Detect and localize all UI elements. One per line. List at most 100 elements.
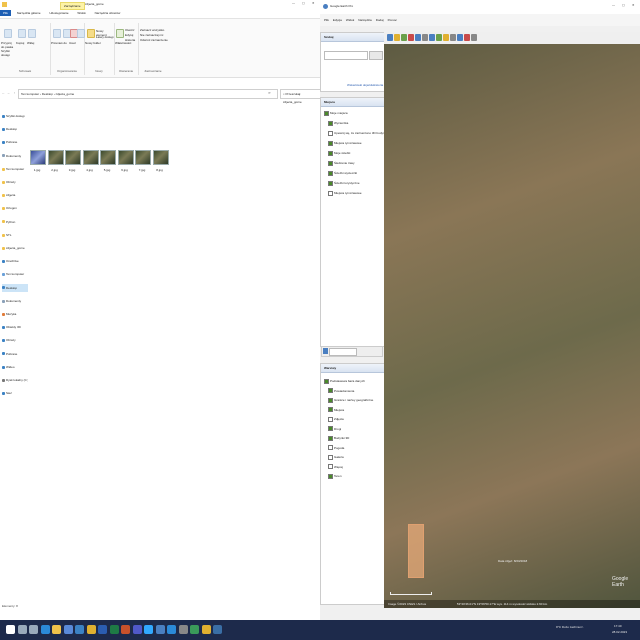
checkbox[interactable] xyxy=(328,190,333,196)
menu-item[interactable]: Widok xyxy=(346,18,354,22)
nav-item[interactable]: Sieć xyxy=(2,389,28,397)
map-tool-icon[interactable] xyxy=(408,34,414,41)
file-item[interactable]: 1.jpg xyxy=(30,150,46,172)
photoshop-icon[interactable] xyxy=(144,625,153,634)
python-icon[interactable] xyxy=(213,625,222,634)
menu-item[interactable]: Narzędzia xyxy=(358,18,372,22)
explorer-icon[interactable] xyxy=(52,625,61,634)
checkbox[interactable] xyxy=(328,416,333,422)
checkbox[interactable] xyxy=(328,407,333,413)
checkbox[interactable] xyxy=(328,170,333,176)
nav-item[interactable]: Dokumenty xyxy=(2,152,28,160)
task-view-icon[interactable] xyxy=(29,625,38,634)
new-folder-icon[interactable] xyxy=(87,29,95,38)
file-item[interactable]: 3.jpg xyxy=(65,150,81,172)
tab-view[interactable]: Widok xyxy=(74,10,88,16)
checkbox[interactable] xyxy=(328,445,333,451)
tab-file[interactable]: Plik xyxy=(0,10,11,16)
nav-item[interactable]: Wideo xyxy=(2,363,28,371)
refresh-button[interactable]: ⟳ xyxy=(267,89,272,97)
menu-item[interactable]: Edycja xyxy=(333,18,342,22)
tab-manage[interactable]: Zarządzanie xyxy=(60,2,85,10)
chrome-icon[interactable] xyxy=(86,625,96,634)
tree-item[interactable]: Miejsca tymczasowe xyxy=(328,140,386,147)
checkbox[interactable] xyxy=(328,150,333,156)
nav-item[interactable]: Ten komputer xyxy=(2,165,28,173)
earth-minimize-button[interactable]: — xyxy=(612,3,615,7)
checkbox[interactable] xyxy=(328,388,333,394)
map-tool-icon[interactable] xyxy=(394,34,400,41)
history-button[interactable]: Historia xyxy=(125,38,135,42)
checkbox[interactable] xyxy=(328,426,333,432)
layers-panel-title[interactable]: Warstwy xyxy=(321,364,384,373)
nav-item[interactable]: Szybki dostęp xyxy=(2,112,28,120)
nav-item[interactable]: zdjęcia xyxy=(2,191,28,199)
tree-item[interactable]: Podstawowa baza danych xyxy=(324,378,382,385)
map-tool-icon[interactable] xyxy=(464,34,470,41)
tab-share[interactable]: Udostępnianie xyxy=(46,10,71,16)
menu-item[interactable]: Plik xyxy=(324,18,329,22)
select-all-button[interactable]: Zaznacz wszystko xyxy=(140,28,164,32)
powerpoint-icon[interactable] xyxy=(121,625,130,634)
directions-link[interactable]: Wskazówki dojazdu xyxy=(347,83,373,87)
tree-item[interactable]: Śledzenie trasy xyxy=(328,160,386,167)
nav-item[interactable]: Dysk lokalny (C:) xyxy=(2,376,28,384)
up-button[interactable]: ↑ xyxy=(12,89,17,97)
checkbox[interactable] xyxy=(328,140,333,146)
places-filter-input[interactable] xyxy=(329,348,357,356)
open-button[interactable]: Otwórz xyxy=(125,28,135,32)
weather-widget[interactable]: 9°C Dużo zachmurz. xyxy=(556,625,584,630)
forward-button[interactable]: → xyxy=(6,89,11,97)
tree-item[interactable]: Upewnij się, że zaznaczono 3D budynki xyxy=(328,130,386,137)
file-item[interactable]: 4.jpg xyxy=(82,150,99,172)
close-button[interactable]: ✕ xyxy=(312,1,315,5)
search-panel-title[interactable]: Szukaj xyxy=(321,33,384,42)
maximize-button[interactable]: ▢ xyxy=(302,1,305,5)
tree-item[interactable]: Granice i nazwy geograficzne xyxy=(328,397,386,404)
map-tool-icon[interactable] xyxy=(422,34,428,41)
checkbox[interactable] xyxy=(328,130,333,136)
tree-item[interactable]: Wycieczka xyxy=(328,120,386,127)
notes-icon[interactable] xyxy=(201,625,211,634)
teams-icon[interactable] xyxy=(132,625,142,634)
file-item[interactable]: 6.jpg xyxy=(117,150,134,172)
checkbox[interactable] xyxy=(324,110,329,116)
image-overlay-polygon[interactable] xyxy=(408,524,424,578)
clock-time[interactable]: 17:40 xyxy=(614,624,622,629)
tree-item[interactable]: Moje ścieżki xyxy=(328,150,386,157)
tree-item[interactable]: Ścieżki turystyczne xyxy=(328,180,386,187)
clock-date[interactable]: 28.02.2023 xyxy=(612,630,627,635)
checkbox[interactable] xyxy=(328,464,333,470)
select-none-button[interactable]: Nie zaznaczaj nic xyxy=(140,33,163,37)
minimize-button[interactable]: — xyxy=(292,1,295,5)
places-panel-title[interactable]: Miejsca xyxy=(321,98,384,107)
nav-item[interactable]: Obiekty 3D xyxy=(2,323,28,331)
nav-item[interactable]: Obrazy xyxy=(2,178,28,186)
tree-item[interactable]: Budynki 3D xyxy=(328,435,386,442)
move-icon[interactable] xyxy=(53,29,61,38)
checkbox[interactable] xyxy=(324,378,329,384)
easy-access-button[interactable]: Łatwy dostęp xyxy=(96,35,114,39)
earth-search-input[interactable] xyxy=(324,51,368,60)
checkbox[interactable] xyxy=(328,454,333,460)
tree-item[interactable]: Zdjęcia xyxy=(328,416,386,423)
excel-icon[interactable] xyxy=(109,625,119,634)
properties-icon[interactable] xyxy=(116,29,124,38)
tree-item[interactable]: Pogoda xyxy=(328,445,386,452)
places-search-icon[interactable] xyxy=(323,348,328,354)
map-tool-icon[interactable] xyxy=(450,34,456,41)
map-tool-icon[interactable] xyxy=(401,34,407,41)
history-link[interactable]: Historia xyxy=(373,83,383,87)
map-tool-icon[interactable] xyxy=(429,34,435,41)
edit-button[interactable]: Edytuj xyxy=(125,33,133,37)
breadcrumb-desktop[interactable]: Desktop xyxy=(42,92,53,96)
checkbox[interactable] xyxy=(328,180,333,186)
word-icon[interactable] xyxy=(98,625,107,634)
nav-item[interactable]: STL xyxy=(2,231,28,239)
map-tool-icon[interactable] xyxy=(415,34,421,41)
tab-picture-tools[interactable]: Narzędzia obrazów xyxy=(92,10,124,16)
map-tool-icon[interactable] xyxy=(457,34,463,41)
edge-icon[interactable] xyxy=(40,625,50,634)
file-item[interactable]: 5.jpg xyxy=(100,150,116,172)
nav-item[interactable]: Ortogon xyxy=(2,204,28,212)
